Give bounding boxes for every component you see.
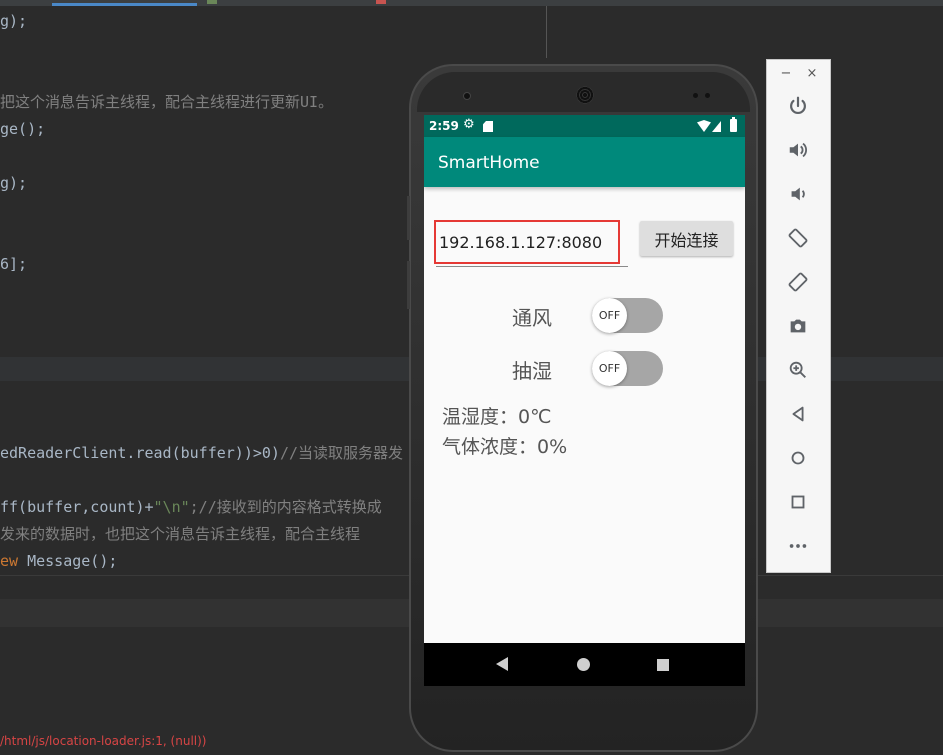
input-underline bbox=[436, 266, 628, 267]
switch-thumb: OFF bbox=[592, 298, 627, 333]
back-button[interactable] bbox=[783, 399, 813, 429]
more-icon bbox=[789, 544, 807, 548]
overview-button[interactable] bbox=[783, 487, 813, 517]
code-line[interactable]: g); bbox=[0, 12, 27, 30]
home-icon bbox=[791, 451, 805, 465]
code-line[interactable]: g); bbox=[0, 174, 27, 192]
code-line[interactable]: 发来的数据时，也把这个消息告诉主线程，配合主线程 bbox=[0, 525, 360, 543]
proximity-sensor bbox=[693, 93, 698, 98]
app-bar: SmartHome bbox=[424, 137, 745, 187]
light-sensor bbox=[705, 93, 710, 98]
rotate-left-icon bbox=[788, 228, 808, 248]
rotate-left-button[interactable] bbox=[783, 223, 813, 253]
phone-side-button[interactable] bbox=[407, 196, 410, 240]
log-error-line[interactable]: /html/js/location-loader.js:1, (null)) bbox=[0, 734, 206, 748]
emulator-toolbar: − × bbox=[766, 59, 831, 573]
ide-active-tab-indicator[interactable] bbox=[52, 3, 197, 6]
emulator-phone: 2:59 ⚙ SmartHome 开始连接 通风 OFF 抽湿 OFF 温湿度：… bbox=[407, 64, 758, 752]
nav-home-icon[interactable] bbox=[577, 658, 590, 671]
ide-tab-icon[interactable] bbox=[207, 0, 217, 4]
navigation-bar bbox=[424, 643, 745, 686]
volume-up-icon bbox=[789, 142, 807, 158]
volume-down-icon bbox=[791, 187, 805, 201]
ventilation-label: 通风 bbox=[512, 306, 552, 330]
wifi-icon bbox=[697, 120, 711, 132]
camera-icon bbox=[790, 319, 806, 333]
front-camera bbox=[463, 92, 471, 100]
switch-thumb: OFF bbox=[592, 351, 627, 386]
nav-recents-icon[interactable] bbox=[657, 659, 669, 671]
earpiece-speaker bbox=[576, 86, 594, 104]
connect-button[interactable]: 开始连接 bbox=[640, 221, 733, 256]
battery-icon bbox=[730, 117, 737, 132]
nav-back-icon[interactable] bbox=[496, 657, 508, 671]
ventilation-switch[interactable]: OFF bbox=[592, 298, 663, 333]
power-icon bbox=[790, 96, 806, 115]
dehumidify-switch[interactable]: OFF bbox=[592, 351, 663, 386]
code-line[interactable]: ff(buffer,count)+"\n";//接收到的内容格式转换成 bbox=[0, 498, 382, 516]
home-button[interactable] bbox=[783, 443, 813, 473]
dehumidify-label: 抽湿 bbox=[512, 359, 552, 383]
screenshot-button[interactable] bbox=[783, 311, 813, 341]
more-button[interactable] bbox=[783, 531, 813, 561]
app-title: SmartHome bbox=[438, 153, 540, 173]
code-line[interactable]: ge(); bbox=[0, 120, 45, 138]
zoom-button[interactable] bbox=[783, 355, 813, 385]
code-line[interactable]: ew Message(); bbox=[0, 552, 117, 570]
power-button[interactable] bbox=[783, 91, 813, 121]
volume-up-button[interactable] bbox=[783, 135, 813, 165]
code-line[interactable]: 6]; bbox=[0, 255, 27, 273]
code-line[interactable]: edReaderClient.read(buffer))>0)//当读取服务器发 bbox=[0, 444, 403, 462]
overview-icon bbox=[791, 495, 805, 509]
rotate-right-icon bbox=[788, 272, 808, 292]
rotate-right-button[interactable] bbox=[783, 267, 813, 297]
phone-side-button[interactable] bbox=[407, 261, 410, 309]
server-address-input[interactable] bbox=[434, 220, 620, 264]
zoom-icon bbox=[789, 361, 806, 378]
settings-notification-icon: ⚙ bbox=[463, 117, 475, 132]
minimize-button[interactable]: − bbox=[779, 66, 793, 81]
close-button[interactable]: × bbox=[805, 66, 819, 81]
sd-card-icon bbox=[483, 121, 493, 132]
temperature-humidity-reading: 温湿度：0℃ bbox=[442, 406, 552, 428]
phone-screen: 2:59 ⚙ SmartHome 开始连接 通风 OFF 抽湿 OFF 温湿度：… bbox=[424, 115, 745, 686]
signal-icon bbox=[712, 121, 721, 132]
status-time: 2:59 bbox=[429, 119, 459, 133]
ide-editor-divider bbox=[546, 6, 547, 58]
status-bar: 2:59 ⚙ bbox=[424, 115, 745, 137]
volume-down-button[interactable] bbox=[783, 179, 813, 209]
ide-tab-icon[interactable] bbox=[376, 0, 386, 4]
back-icon bbox=[792, 406, 804, 422]
code-line[interactable]: 把这个消息告诉主线程，配合主线程进行更新UI。 bbox=[0, 93, 333, 111]
gas-concentration-reading: 气体浓度：0% bbox=[442, 436, 568, 458]
